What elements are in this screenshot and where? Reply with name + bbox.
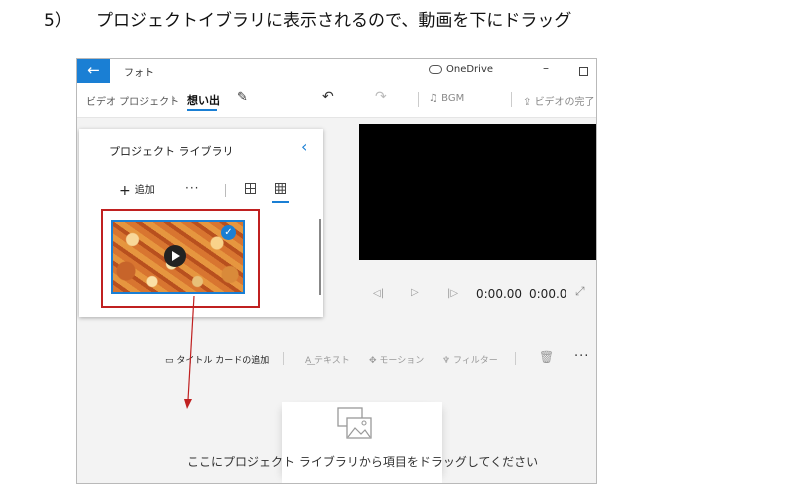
text-icon: A͟ bbox=[305, 356, 315, 366]
text-button[interactable]: A͟ テキスト bbox=[305, 353, 350, 366]
back-button[interactable]: ← bbox=[77, 59, 110, 83]
storyboard-toolbar: ▭ タイトル カードの追加 A͟ テキスト ✥ モーション ♆ フィルター 🗑 … bbox=[77, 337, 596, 379]
export-icon: ⇪ bbox=[523, 97, 535, 108]
bgm-button[interactable]: ♫ BGM bbox=[429, 93, 464, 104]
motion-label: モーション bbox=[379, 356, 425, 366]
step-number: 5） bbox=[44, 11, 72, 31]
add-button[interactable]: + 追加 bbox=[119, 181, 155, 199]
filter-icon: ♆ bbox=[442, 356, 453, 366]
add-title-card-button[interactable]: ▭ タイトル カードの追加 bbox=[165, 353, 269, 366]
annotation-highlight-box bbox=[101, 209, 260, 308]
instruction-text: 5） プロジェクトイブラリに表示されるので、動画を下にドラッグ bbox=[44, 6, 571, 31]
music-note-icon: ♫ bbox=[429, 93, 442, 104]
minimize-button[interactable]: – bbox=[543, 61, 549, 75]
title-card-icon: ▭ bbox=[165, 356, 177, 366]
collapse-chevron-icon[interactable]: ‹ bbox=[301, 137, 307, 156]
toolbar-divider bbox=[418, 92, 419, 107]
finish-video-button[interactable]: ⇪ ビデオの完了 bbox=[523, 93, 595, 108]
title-bar: ← フォト OneDrive – bbox=[77, 59, 596, 83]
storyboard-more-button[interactable]: ··· bbox=[574, 349, 589, 364]
app-title: フォト bbox=[124, 68, 154, 79]
library-more-button[interactable]: ··· bbox=[185, 181, 199, 195]
fullscreen-icon[interactable]: ⤢ bbox=[575, 284, 585, 299]
back-arrow-icon: ← bbox=[87, 61, 100, 79]
step-description: プロジェクトイブラリに表示されるので、動画を下にドラッグ bbox=[96, 11, 572, 31]
motion-button[interactable]: ✥ モーション bbox=[369, 353, 424, 366]
onedrive-label: OneDrive bbox=[446, 64, 494, 75]
view-selected-indicator bbox=[272, 201, 289, 203]
media-placeholder-icon bbox=[337, 407, 372, 439]
toolbar-divider bbox=[511, 92, 512, 107]
play-preview-icon[interactable]: ▷ bbox=[411, 287, 419, 298]
library-divider bbox=[225, 184, 226, 197]
storyboard-divider bbox=[515, 352, 516, 365]
small-grid-view-icon[interactable] bbox=[275, 183, 286, 194]
previous-frame-icon[interactable]: ◁| bbox=[373, 288, 384, 299]
library-scrollbar[interactable] bbox=[319, 219, 321, 295]
cloud-icon bbox=[429, 64, 442, 74]
redo-icon[interactable]: ↷ bbox=[375, 89, 387, 105]
large-grid-view-icon[interactable] bbox=[245, 183, 256, 194]
storyboard-divider bbox=[283, 352, 284, 365]
rename-pencil-icon[interactable]: ✎ bbox=[237, 90, 248, 105]
finish-label: ビデオの完了 bbox=[534, 97, 595, 108]
project-toolbar: ビデオ プロジェクト › 想い出 ✎ ↶ ↷ ♫ BGM ⇪ ビデオの完了 bbox=[77, 83, 596, 118]
undo-icon[interactable]: ↶ bbox=[322, 89, 334, 105]
chevron-right-icon: › bbox=[171, 91, 176, 105]
text-label: テキスト bbox=[314, 356, 350, 366]
filter-label: フィルター bbox=[452, 356, 498, 366]
project-name-underline bbox=[187, 109, 217, 111]
add-label: 追加 bbox=[134, 185, 155, 196]
drop-hint-text: ここにプロジェクト ライブラリから項目をドラッグしてください bbox=[187, 455, 539, 469]
delete-trash-icon[interactable]: 🗑 bbox=[539, 350, 554, 364]
onedrive-button[interactable]: OneDrive bbox=[429, 64, 493, 75]
plus-icon: + bbox=[119, 183, 131, 199]
library-title: プロジェクト ライブラリ bbox=[109, 145, 234, 158]
filter-button[interactable]: ♆ フィルター bbox=[442, 353, 498, 366]
title-card-label: タイトル カードの追加 bbox=[176, 356, 270, 366]
playback-duration: 0:00.00 bbox=[529, 287, 566, 301]
bgm-label: BGM bbox=[441, 93, 465, 104]
playback-position: 0:00.00 bbox=[476, 287, 523, 301]
video-preview[interactable] bbox=[359, 124, 596, 260]
motion-icon: ✥ bbox=[369, 356, 380, 366]
project-name[interactable]: 想い出 bbox=[187, 92, 220, 108]
next-frame-icon[interactable]: |▷ bbox=[447, 288, 458, 299]
breadcrumb-video-project[interactable]: ビデオ プロジェクト bbox=[86, 93, 179, 108]
maximize-button[interactable] bbox=[579, 67, 588, 76]
